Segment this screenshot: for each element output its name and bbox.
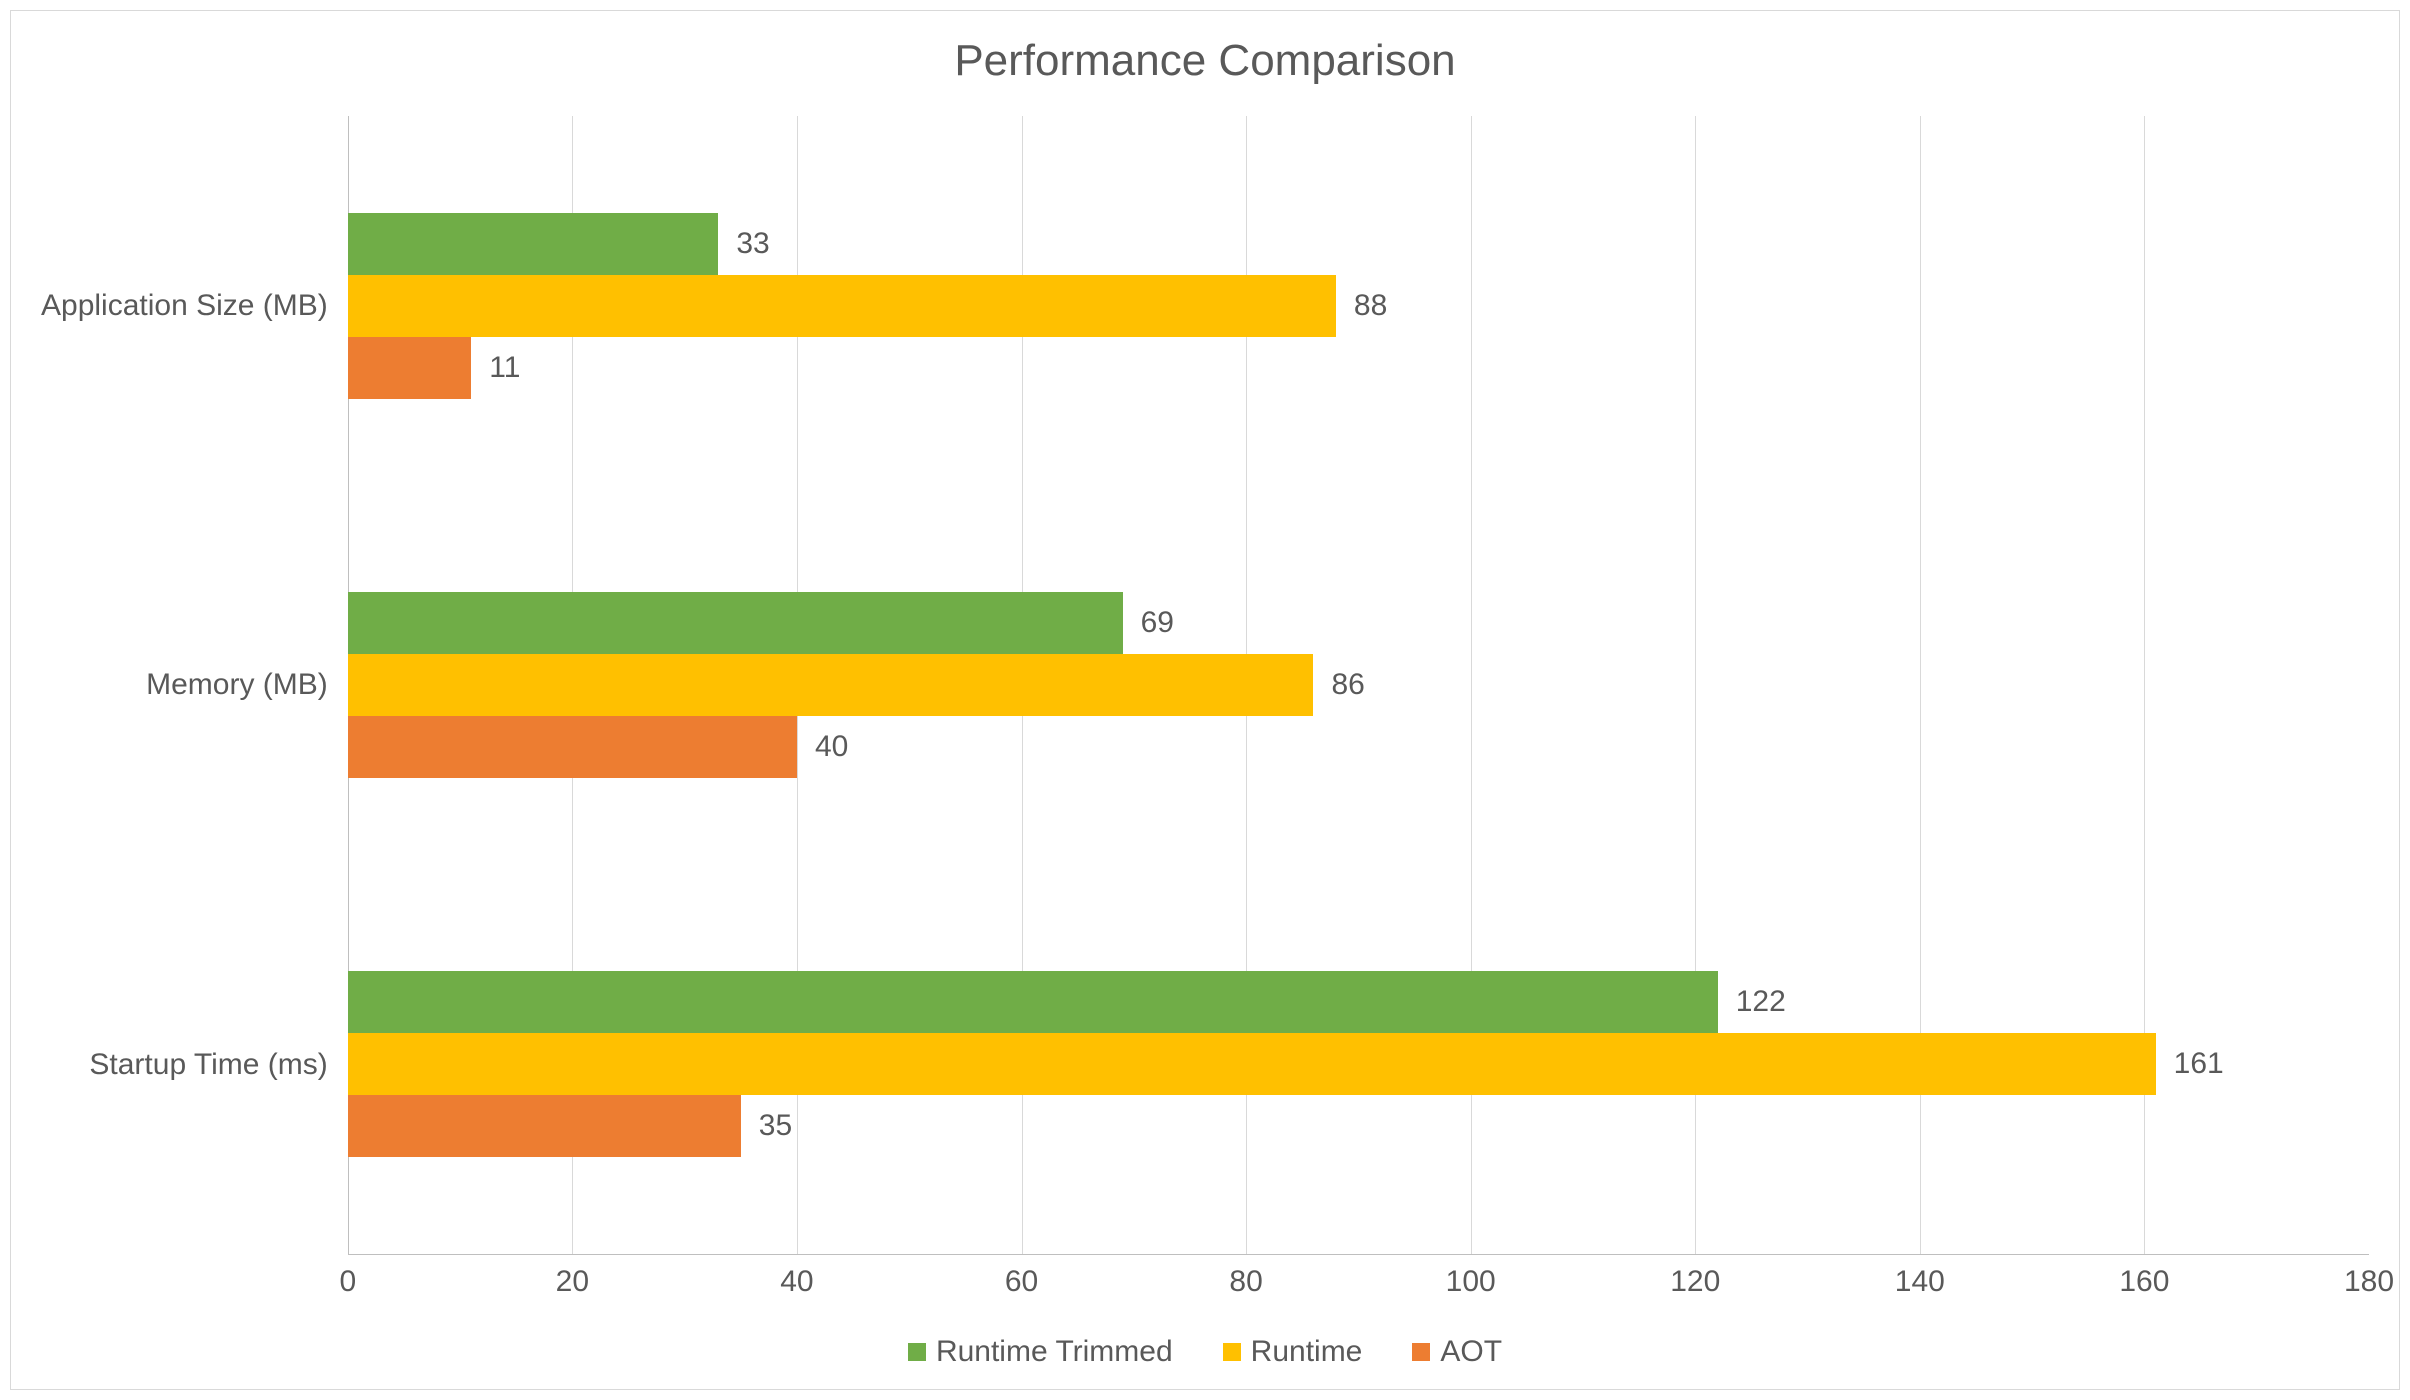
x-axis-tick: 100	[1446, 1265, 1496, 1299]
data-label: 35	[759, 1109, 792, 1143]
legend-swatch	[908, 1343, 926, 1361]
legend-swatch	[1412, 1343, 1430, 1361]
x-axis: 020406080100120140160180	[348, 1255, 2369, 1315]
x-axis-tick: 160	[2119, 1265, 2169, 1299]
y-axis: Application Size (MB) Memory (MB) Startup …	[41, 116, 348, 1315]
bar-groups: 33 88 11 69 86 40 122 161 35	[348, 116, 2369, 1254]
y-axis-label: Startup Time (ms)	[41, 1048, 328, 1082]
bar	[348, 1033, 2156, 1095]
bar	[348, 1095, 741, 1157]
bar-row: 86	[348, 654, 2369, 716]
data-label: 86	[1331, 668, 1364, 702]
bar	[348, 213, 719, 275]
bar	[348, 971, 1718, 1033]
x-axis-tick: 20	[556, 1265, 589, 1299]
bar	[348, 275, 1336, 337]
data-label: 33	[736, 227, 769, 261]
bar-row: 35	[348, 1095, 2369, 1157]
data-label: 69	[1141, 606, 1174, 640]
legend-label: Runtime Trimmed	[936, 1335, 1173, 1369]
legend-item: Runtime	[1223, 1335, 1363, 1369]
bar	[348, 716, 797, 778]
x-axis-tick: 80	[1229, 1265, 1262, 1299]
legend: Runtime Trimmed Runtime AOT	[41, 1335, 2369, 1369]
bar	[348, 654, 1314, 716]
bar-row: 122	[348, 971, 2369, 1033]
data-label: 88	[1354, 289, 1387, 323]
bar-row: 69	[348, 592, 2369, 654]
legend-label: AOT	[1440, 1335, 1502, 1369]
bar	[348, 337, 472, 399]
legend-item: Runtime Trimmed	[908, 1335, 1173, 1369]
x-axis-tick: 180	[2344, 1265, 2394, 1299]
y-axis-label: Application Size (MB)	[41, 289, 328, 323]
bar-group: 69 86 40	[348, 562, 2369, 808]
legend-swatch	[1223, 1343, 1241, 1361]
bar-row: 40	[348, 716, 2369, 778]
x-axis-tick: 120	[1670, 1265, 1720, 1299]
bar-row: 88	[348, 275, 2369, 337]
plot-area: 33 88 11 69 86 40 122 161 35	[348, 116, 2369, 1255]
x-axis-tick: 40	[780, 1265, 813, 1299]
bar-row: 33	[348, 213, 2369, 275]
x-axis-tick: 0	[339, 1265, 356, 1299]
bar-group: 122 161 35	[348, 941, 2369, 1187]
data-label: 11	[489, 351, 520, 385]
legend-item: AOT	[1412, 1335, 1502, 1369]
bar-group: 33 88 11	[348, 183, 2369, 429]
x-axis-tick: 60	[1005, 1265, 1038, 1299]
bar-row: 11	[348, 337, 2369, 399]
data-label: 40	[815, 730, 848, 764]
chart-container: Performance Comparison Application Size …	[10, 10, 2400, 1390]
bar-row: 161	[348, 1033, 2369, 1095]
bar	[348, 592, 1123, 654]
chart-title: Performance Comparison	[41, 36, 2369, 86]
y-axis-label: Memory (MB)	[41, 668, 328, 702]
data-label: 161	[2174, 1047, 2224, 1081]
plot-container: 33881169864012216135 0204060801001201401…	[348, 116, 2369, 1315]
x-axis-tick: 140	[1895, 1265, 1945, 1299]
chart-body: Application Size (MB) Memory (MB) Startup …	[41, 116, 2369, 1315]
legend-label: Runtime	[1251, 1335, 1363, 1369]
data-label: 122	[1736, 985, 1786, 1019]
